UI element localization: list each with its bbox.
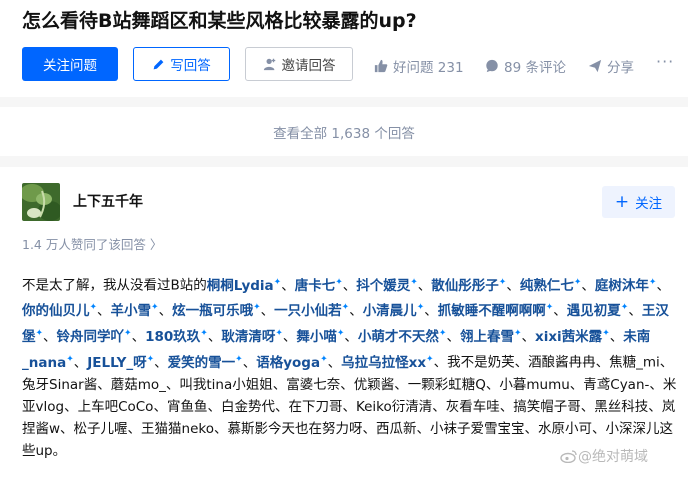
link-sparkle-icon: ✦ bbox=[235, 354, 243, 365]
uploader-link[interactable]: 小萌才不天然 bbox=[358, 329, 439, 345]
invite-answer-button[interactable]: 邀请回答 bbox=[245, 47, 353, 81]
separator: 、 bbox=[553, 303, 567, 320]
uploader-link[interactable]: 语格yoga bbox=[256, 355, 320, 371]
weibo-logo-icon bbox=[560, 450, 577, 463]
thumbs-up-icon bbox=[374, 59, 388, 73]
uploader-link[interactable]: 炫一瓶可乐哦 bbox=[172, 303, 253, 319]
uploader-link[interactable]: 遇见初夏 bbox=[567, 303, 621, 319]
comment-icon bbox=[486, 59, 498, 73]
more-options-button[interactable]: ··· bbox=[656, 52, 674, 71]
separator: 、 bbox=[73, 354, 88, 371]
uploader-link[interactable]: 纯熟仁七 bbox=[520, 278, 574, 294]
uploader-link[interactable]: xixi茜米露 bbox=[535, 329, 602, 345]
separator: 、 bbox=[281, 277, 295, 294]
invite-user-icon bbox=[263, 58, 275, 71]
follow-author-button[interactable]: + 关注 bbox=[602, 186, 675, 218]
separator: 、 bbox=[506, 277, 520, 294]
uploader-link[interactable]: 桐桐Lydia bbox=[207, 278, 274, 294]
uploader-link[interactable]: 铃舟同学吖 bbox=[57, 329, 125, 345]
separator: 、 bbox=[43, 328, 57, 345]
separator: 、 bbox=[344, 328, 358, 345]
uploader-link[interactable]: 一只小仙若 bbox=[274, 303, 342, 319]
link-sparkle-icon: ✦ bbox=[513, 328, 522, 339]
uploader-link[interactable]: 乌拉乌拉怪xx bbox=[341, 355, 426, 371]
question-title[interactable]: 怎么看待B站舞蹈区和某些风格比较暴露的up? bbox=[22, 6, 417, 33]
pencil-icon bbox=[153, 59, 164, 69]
answer-card: 上下五千年 + 关注 1.4 万人赞同了该回答 〉 不是太了解，我从没看过B站的… bbox=[0, 167, 688, 482]
write-answer-label: 写回答 bbox=[170, 58, 211, 74]
separator: 、 bbox=[260, 303, 275, 320]
link-sparkle-icon: ✦ bbox=[35, 328, 44, 339]
separator: 、 bbox=[154, 354, 168, 371]
view-all-answers-button[interactable]: 查看全部 1,638 个回答 bbox=[0, 107, 688, 156]
uploader-link[interactable]: 爱笑的雪一 bbox=[168, 355, 236, 371]
link-sparkle-icon: ✦ bbox=[151, 302, 159, 313]
separator: 、 bbox=[656, 277, 670, 294]
follow-question-button[interactable]: 关注问题 bbox=[22, 47, 118, 81]
comments-button[interactable]: 89 条评论 bbox=[485, 56, 566, 76]
uploader-link[interactable]: 抓敏睡不醒啊啊啊 bbox=[438, 303, 546, 319]
separator: 、 bbox=[327, 354, 342, 371]
answer-intro: 不是太了解，我从没看过B站的 bbox=[22, 277, 207, 294]
link-sparkle-icon: ✦ bbox=[89, 302, 98, 313]
uploader-link[interactable]: 散仙彤彤子 bbox=[431, 278, 499, 294]
share-button[interactable]: 分享 bbox=[588, 56, 634, 76]
invite-answer-label: 邀请回答 bbox=[281, 58, 336, 74]
separator: 、 bbox=[342, 277, 357, 294]
link-sparkle-icon: ✦ bbox=[66, 354, 74, 365]
link-sparkle-icon: ✦ bbox=[320, 354, 328, 365]
comments-label: 89 条评论 bbox=[504, 60, 566, 76]
uploader-link[interactable]: 你的仙贝儿 bbox=[22, 303, 90, 319]
follow-question-label: 关注问题 bbox=[43, 58, 97, 74]
answer-content: 不是太了解，我从没看过B站的桐桐Lydia✦、唐卡七✦、抖个媛灵✦、散仙彤彤子✦… bbox=[22, 271, 682, 463]
link-sparkle-icon: ✦ bbox=[426, 354, 434, 365]
separator: 、 bbox=[158, 303, 173, 320]
avatar-image bbox=[22, 183, 60, 221]
link-sparkle-icon: ✦ bbox=[200, 328, 208, 339]
uploader-link[interactable]: 舞小喵 bbox=[296, 329, 337, 345]
watermark: @绝对萌域 bbox=[560, 446, 648, 466]
separator: 、 bbox=[242, 354, 257, 371]
uploader-link[interactable]: 小清晨儿 bbox=[363, 303, 417, 319]
uploader-link[interactable]: JELLY_呀 bbox=[87, 355, 146, 371]
uploader-link[interactable]: 庭树沐年 bbox=[595, 278, 649, 294]
link-sparkle-icon: ✦ bbox=[410, 277, 418, 287]
share-label: 分享 bbox=[607, 60, 634, 76]
separator: 、 bbox=[424, 303, 438, 320]
separator: 、 bbox=[446, 328, 460, 345]
separator: 、 bbox=[131, 328, 146, 345]
uploader-link[interactable]: 翎上春雪 bbox=[460, 329, 514, 345]
good-question-button[interactable]: 好问题 231 bbox=[374, 56, 464, 76]
author-name[interactable]: 上下五千年 bbox=[73, 191, 143, 211]
separator: 、 bbox=[581, 277, 595, 294]
link-sparkle-icon: ✦ bbox=[124, 328, 132, 339]
follow-author-label: 关注 bbox=[635, 196, 663, 212]
avatar[interactable] bbox=[22, 183, 60, 221]
uploader-link[interactable]: 羊小雪 bbox=[111, 303, 152, 319]
plus-icon: + bbox=[614, 191, 630, 212]
separator: 、 bbox=[97, 303, 111, 320]
separator: 、 bbox=[417, 277, 432, 294]
separator: 、 bbox=[521, 328, 536, 345]
link-sparkle-icon: ✦ bbox=[335, 277, 343, 287]
write-answer-button[interactable]: 写回答 bbox=[133, 47, 230, 81]
link-sparkle-icon: ✦ bbox=[275, 328, 283, 339]
link-sparkle-icon: ✦ bbox=[602, 328, 610, 339]
question-card: 怎么看待B站舞蹈区和某些风格比较暴露的up? 关注问题 写回答 邀请回答 好问题… bbox=[0, 0, 688, 97]
separator: 、 bbox=[349, 303, 363, 320]
uploader-link[interactable]: 耿清清呀 bbox=[221, 329, 275, 345]
good-question-label: 好问题 231 bbox=[393, 60, 464, 76]
separator: 、 bbox=[628, 303, 642, 320]
uploader-link[interactable]: 180玖玖 bbox=[145, 329, 200, 345]
separator: 、 bbox=[282, 328, 297, 345]
vote-count[interactable]: 1.4 万人赞同了该回答 〉 bbox=[22, 234, 162, 253]
separator: 、 bbox=[207, 328, 222, 345]
watermark-text: @绝对萌域 bbox=[578, 449, 648, 465]
view-all-answers-label: 查看全部 1,638 个回答 bbox=[273, 125, 415, 142]
separator: 、 bbox=[609, 328, 624, 345]
share-icon bbox=[588, 59, 602, 73]
uploader-link[interactable]: 抖个媛灵 bbox=[356, 278, 410, 294]
uploader-link[interactable]: 唐卡七 bbox=[295, 278, 336, 294]
link-sparkle-icon: ✦ bbox=[253, 302, 261, 313]
